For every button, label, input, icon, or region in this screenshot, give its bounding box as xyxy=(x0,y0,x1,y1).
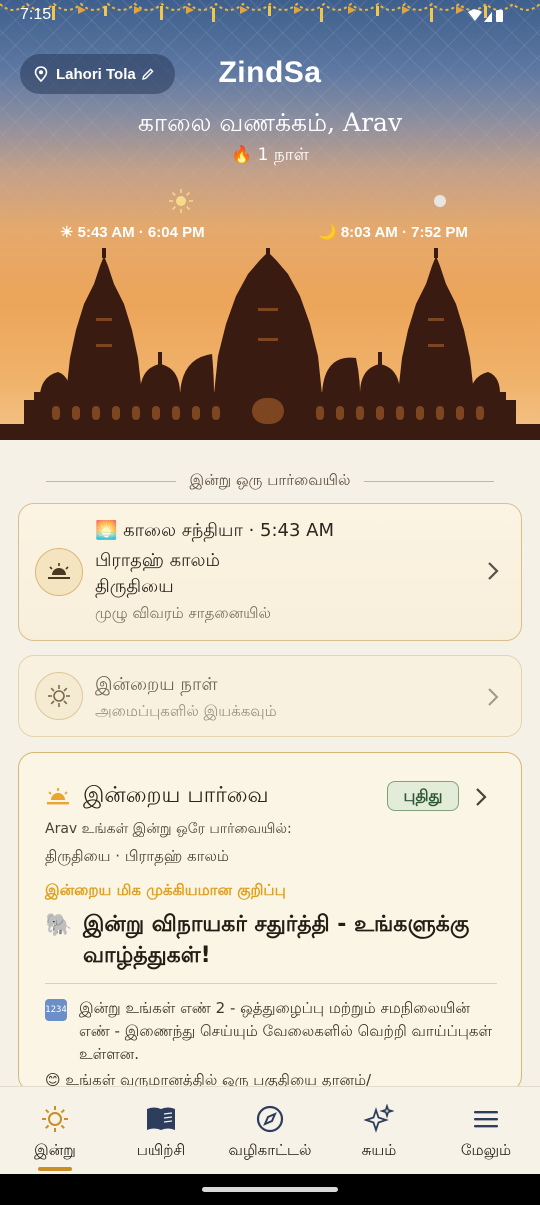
sandhya-detail-link: முழு விவரம் சாதனையில் xyxy=(95,604,271,622)
today-day-card[interactable]: இன்றைய நாள் அமைப்புகளில் இயக்கவும் xyxy=(18,655,522,737)
status-icons xyxy=(466,8,506,28)
sunrise-icon-circle xyxy=(35,548,83,596)
today-overview-card[interactable]: இன்றைய பார்வை புதிது Arav உங்கள் இன்று ஒ… xyxy=(18,752,522,1092)
nav-label-self: சுயம் xyxy=(361,1141,397,1159)
book-icon xyxy=(147,1107,175,1130)
home-gesture-handle[interactable] xyxy=(202,1187,338,1192)
overview-title: இன்றைய பார்வை xyxy=(83,783,269,808)
new-badge: புதிது xyxy=(387,781,459,811)
chevron-right-icon[interactable] xyxy=(475,787,487,807)
divider-line xyxy=(364,480,495,482)
chevron-right-icon xyxy=(488,562,499,580)
section-heading-text: இன்று ஒரு பார்வையில் xyxy=(189,471,351,489)
nav-item-practice[interactable]: பயிற்சி xyxy=(116,1087,206,1175)
moonrise-moonset-times: 🌙 8:03 AM · 7:52 PM xyxy=(318,224,468,241)
menu-icon xyxy=(474,1111,498,1128)
nav-label-more: மேலும் xyxy=(460,1141,512,1159)
nav-item-today[interactable]: இன்று xyxy=(10,1087,100,1175)
divider-line xyxy=(45,983,497,984)
sandhya-card[interactable]: 🌅 காலை சந்தியா · 5:43 AM பிராதஹ் காலம் த… xyxy=(18,503,522,641)
nav-label-today: இன்று xyxy=(34,1141,76,1159)
status-bar: 7:15 xyxy=(0,0,540,32)
sun-icon xyxy=(42,1106,68,1132)
hero-banner: 7:15 Lahori Tola ZindSa காலை வணக்கம், Ar… xyxy=(0,0,540,440)
nav-item-guidance[interactable]: வழிகாட்டல் xyxy=(220,1087,320,1175)
nav-item-self[interactable]: சுயம் xyxy=(334,1087,424,1175)
gear-sun-icon xyxy=(48,685,70,707)
temple-silhouette xyxy=(0,248,540,440)
overview-subtitle: Arav உங்கள் இன்று ஒரே பார்வையில்: xyxy=(45,821,292,837)
divider-line xyxy=(45,480,176,482)
sun-position-icon xyxy=(169,189,193,213)
important-note-label: இன்றைய மிக முக்கியமான குறிப்பு xyxy=(45,881,286,899)
nav-item-more[interactable]: மேலும் xyxy=(440,1087,532,1175)
app-title: ZindSa xyxy=(218,56,322,89)
sunrise-sunset-times: ☀ 5:43 AM · 6:04 PM xyxy=(60,224,205,241)
sunrise-icon xyxy=(48,563,70,579)
settings-icon-circle xyxy=(35,672,83,720)
sunrise-icon xyxy=(47,788,69,805)
sparkle-icon xyxy=(364,1104,394,1133)
numbers-icon: 1234 xyxy=(45,999,67,1021)
sandhya-title: 🌅 காலை சந்தியா · 5:43 AM xyxy=(95,520,335,541)
section-heading: இன்று ஒரு பார்வையில் xyxy=(0,470,540,492)
streak-counter: 🔥 1 நாள் xyxy=(231,145,309,165)
moon-position-icon xyxy=(434,195,446,207)
tithi-name: திருதியை xyxy=(95,576,174,597)
compass-icon xyxy=(256,1105,284,1133)
today-day-subtitle: அமைப்புகளில் இயக்கவும் xyxy=(95,702,277,720)
greeting-text: காலை வணக்கம், Arav xyxy=(137,108,403,137)
overview-summary: திருதியை · பிராதஹ் காலம் xyxy=(45,847,229,865)
system-gesture-bar xyxy=(0,1174,540,1205)
nav-label-guidance: வழிகாட்டல் xyxy=(228,1141,312,1159)
active-tab-indicator xyxy=(38,1167,72,1171)
elephant-icon: 🐘 xyxy=(45,913,73,938)
bottom-navigation: இன்று பயிற்சி வழிகாட்டல் சுயம் மேலும் xyxy=(0,1086,540,1174)
nav-label-practice: பயிற்சி xyxy=(136,1141,186,1159)
numerology-text: இன்று உங்கள் எண் 2 - ஒத்துழைப்பு மற்றும்… xyxy=(79,999,493,1063)
signal-battery-icon xyxy=(468,9,503,22)
today-day-title: இன்றைய நாள் xyxy=(95,674,218,695)
muhurta-name: பிராதஹ் காலம் xyxy=(95,550,220,571)
status-time: 7:15 xyxy=(20,6,52,23)
important-note-text: இன்று விநாயகர் சதுர்த்தி - உங்களுக்கு வா… xyxy=(83,912,470,968)
chevron-right-icon xyxy=(488,688,499,706)
